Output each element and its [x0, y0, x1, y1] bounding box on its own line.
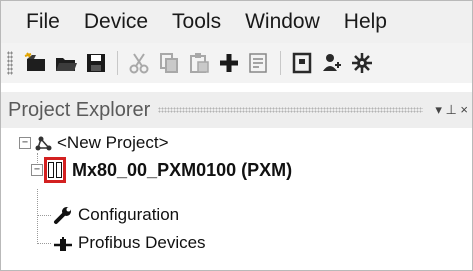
properties-icon[interactable]: [245, 49, 273, 77]
panel-drag-area[interactable]: [158, 107, 424, 113]
menu-window[interactable]: Window: [233, 1, 332, 43]
copy-icon[interactable]: [155, 49, 183, 77]
toolbar-separator: [280, 51, 281, 75]
toolbar-grip[interactable]: [7, 51, 13, 75]
add-icon[interactable]: [215, 49, 243, 77]
toolbar-separator: [117, 51, 118, 75]
tree-node-configuration[interactable]: Configuration: [53, 205, 179, 225]
panel-controls[interactable]: ▾ ⊥ ×: [431, 102, 472, 118]
menu-device[interactable]: Device: [72, 1, 160, 43]
book-icon[interactable]: [288, 49, 316, 77]
project-label[interactable]: <New Project>: [57, 133, 169, 153]
paste-icon[interactable]: [185, 49, 213, 77]
tree-line: [37, 215, 51, 216]
tree-line: [37, 189, 38, 244]
project-icon: [35, 134, 53, 152]
panel-title: Project Explorer: [8, 98, 151, 121]
cut-icon[interactable]: [125, 49, 153, 77]
profibus-devices-label[interactable]: Profibus Devices: [78, 233, 206, 253]
device-label[interactable]: Mx80_00_PXM0100 (PXM): [72, 160, 292, 181]
tree-node-project[interactable]: − <New Project>: [19, 133, 169, 153]
users-icon[interactable]: [318, 49, 346, 77]
toolbar: [1, 43, 472, 83]
wrench-icon: [53, 205, 73, 225]
network-icon[interactable]: [348, 49, 376, 77]
tree-node-profibus-devices[interactable]: Profibus Devices: [53, 233, 206, 253]
menu-tools[interactable]: Tools: [160, 1, 233, 43]
menu-file[interactable]: File: [1, 1, 72, 43]
configuration-label[interactable]: Configuration: [78, 205, 179, 225]
tree-line: [37, 243, 51, 244]
menu-bar: File Device Tools Window Help: [1, 1, 472, 43]
open-icon[interactable]: [52, 49, 80, 77]
project-tree: − <New Project> − Mx80_00_PXM0100 (PXM): [1, 131, 472, 269]
bus-icon: [53, 233, 73, 253]
project-explorer-header: Project Explorer ▾ ⊥ ×: [1, 92, 472, 128]
menu-help[interactable]: Help: [332, 1, 399, 43]
tree-node-device[interactable]: − Mx80_00_PXM0100 (PXM): [31, 157, 292, 183]
collapse-icon[interactable]: −: [19, 137, 31, 149]
collapse-icon[interactable]: −: [31, 164, 43, 176]
new-project-icon[interactable]: [22, 49, 50, 77]
device-module-icon: [44, 157, 66, 183]
save-icon[interactable]: [82, 49, 110, 77]
